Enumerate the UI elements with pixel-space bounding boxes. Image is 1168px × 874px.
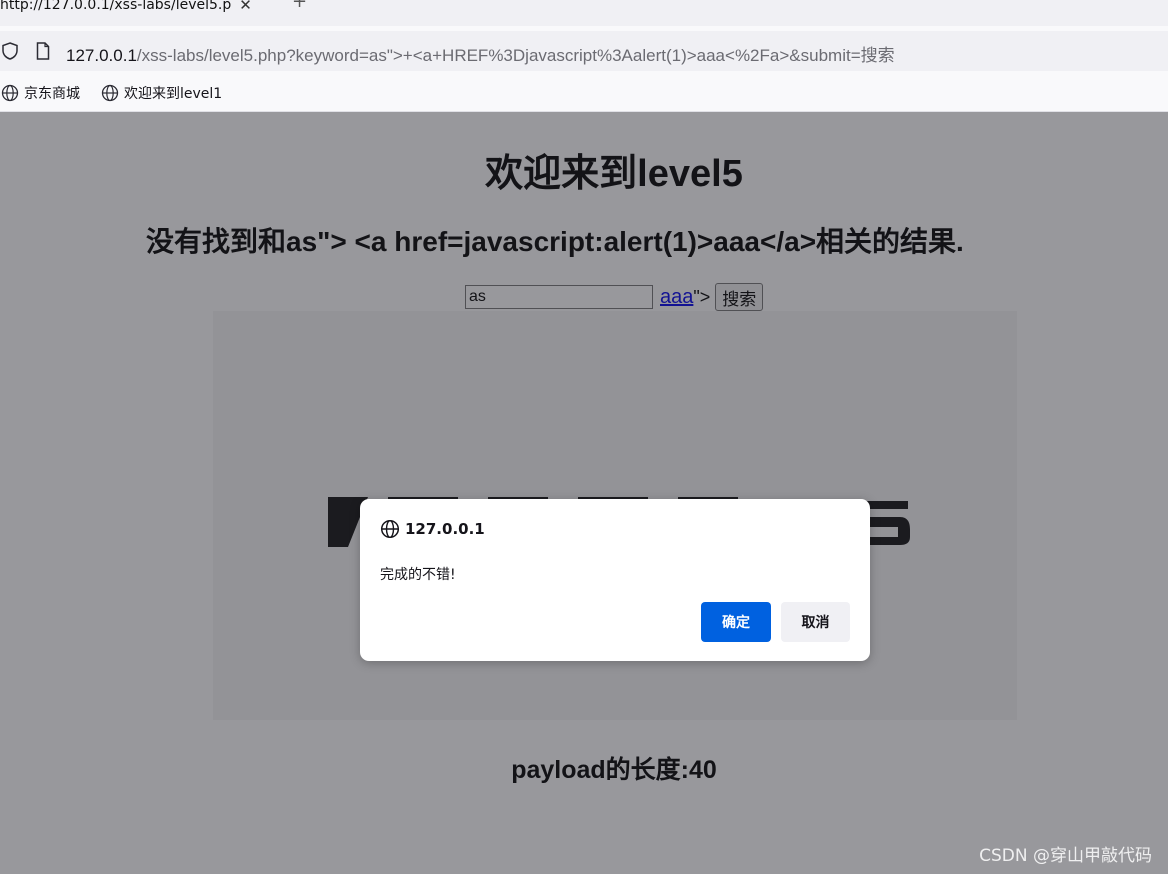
ok-button[interactable]: 确定 xyxy=(701,602,771,642)
alert-header: 127.0.0.1 xyxy=(380,519,485,539)
bookmark-label: 京东商城 xyxy=(24,86,80,102)
bookmark-jd[interactable]: 京东商城 xyxy=(1,83,80,103)
cancel-button[interactable]: 取消 xyxy=(781,602,850,642)
bookmark-label: 欢迎来到level1 xyxy=(124,86,223,102)
globe-icon xyxy=(380,519,400,539)
browser-tab[interactable]: http://127.0.0.1/xss-labs/level5.p ✕ xyxy=(0,0,252,18)
tab-strip: http://127.0.0.1/xss-labs/level5.p ✕ + xyxy=(0,0,1168,26)
url-text[interactable]: 127.0.0.1/xss-labs/level5.php?keyword=as… xyxy=(66,41,895,66)
alert-message: 完成的不错! xyxy=(380,567,456,583)
page-icon[interactable] xyxy=(36,42,50,60)
csdn-watermark: CSDN @穿山甲敲代码 xyxy=(979,846,1152,866)
bookmark-level1[interactable]: 欢迎来到level1 xyxy=(101,83,222,103)
url-path: /xss-labs/level5.php?keyword=as">+<a+HRE… xyxy=(136,46,895,65)
bookmarks-toolbar: 京东商城 欢迎来到level1 xyxy=(0,76,1168,112)
navigation-toolbar: 127.0.0.1/xss-labs/level5.php?keyword=as… xyxy=(0,26,1168,76)
alert-origin: 127.0.0.1 xyxy=(405,520,485,538)
alert-dialog: 127.0.0.1 完成的不错! 确定 取消 xyxy=(360,499,870,661)
url-host: 127.0.0.1 xyxy=(66,46,137,65)
url-bar[interactable]: 127.0.0.1/xss-labs/level5.php?keyword=as… xyxy=(0,31,1168,71)
globe-icon xyxy=(101,84,119,102)
globe-icon xyxy=(1,84,19,102)
tab-close-icon[interactable]: ✕ xyxy=(239,0,252,14)
new-tab-icon[interactable]: + xyxy=(292,0,307,12)
tab-title: http://127.0.0.1/xss-labs/level5.p xyxy=(0,0,232,13)
shield-icon[interactable] xyxy=(2,42,18,60)
modal-overlay xyxy=(0,112,1168,874)
